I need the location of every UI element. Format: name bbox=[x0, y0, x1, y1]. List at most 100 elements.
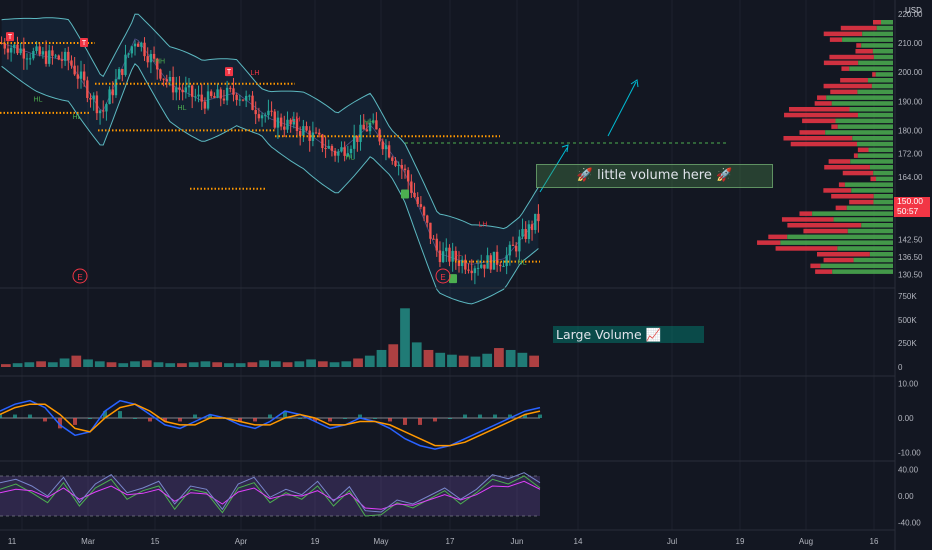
candle-body[interactable] bbox=[6, 48, 10, 53]
candle-body[interactable] bbox=[403, 168, 407, 171]
candle-body[interactable] bbox=[514, 245, 518, 252]
candle-body[interactable] bbox=[124, 54, 127, 75]
candle-body[interactable] bbox=[375, 120, 378, 130]
volume-bar[interactable] bbox=[47, 362, 58, 367]
volume-bar[interactable] bbox=[12, 363, 23, 367]
candle-body[interactable] bbox=[51, 50, 54, 56]
candle-body[interactable] bbox=[426, 215, 429, 223]
volume-bar[interactable] bbox=[247, 362, 258, 367]
candle-body[interactable] bbox=[518, 236, 521, 252]
candle-body[interactable] bbox=[232, 88, 235, 95]
volume-bar[interactable] bbox=[212, 362, 223, 367]
candle-body[interactable] bbox=[79, 71, 83, 79]
candle-body[interactable] bbox=[140, 42, 143, 47]
volume-bar[interactable] bbox=[470, 356, 481, 367]
candle-body[interactable] bbox=[279, 117, 283, 127]
candle-body[interactable] bbox=[203, 101, 207, 109]
candle-body[interactable] bbox=[130, 46, 134, 54]
volume-bar[interactable] bbox=[36, 361, 46, 367]
candle-body[interactable] bbox=[181, 89, 184, 93]
candle-body[interactable] bbox=[57, 55, 60, 60]
candle-body[interactable] bbox=[419, 204, 423, 207]
candle-body[interactable] bbox=[330, 145, 334, 151]
volume-bar[interactable] bbox=[59, 358, 70, 367]
candle-body[interactable] bbox=[248, 95, 251, 97]
candle-body[interactable] bbox=[19, 48, 22, 54]
candle-body[interactable] bbox=[400, 165, 404, 169]
volume-bar[interactable] bbox=[177, 363, 187, 367]
volume-bar[interactable] bbox=[423, 349, 434, 367]
candle-body[interactable] bbox=[397, 165, 400, 167]
candle-body[interactable] bbox=[333, 150, 337, 156]
rsi-pane[interactable] bbox=[0, 472, 541, 517]
candle-body[interactable] bbox=[267, 110, 270, 116]
candle-body[interactable] bbox=[432, 238, 435, 240]
volume-bar[interactable] bbox=[306, 359, 316, 367]
candle-body[interactable] bbox=[54, 55, 57, 57]
volume-bar[interactable] bbox=[364, 355, 375, 367]
candle-body[interactable] bbox=[213, 96, 216, 98]
candle-body[interactable] bbox=[178, 87, 181, 90]
candle-body[interactable] bbox=[41, 51, 45, 55]
candle-body[interactable] bbox=[524, 229, 527, 240]
candle-body[interactable] bbox=[22, 48, 26, 59]
volume-bar[interactable] bbox=[271, 361, 281, 367]
candle-body[interactable] bbox=[13, 44, 16, 48]
volume-bar[interactable] bbox=[200, 361, 211, 367]
candle-body[interactable] bbox=[244, 95, 248, 101]
candle-body[interactable] bbox=[168, 76, 172, 82]
candle-body[interactable] bbox=[511, 244, 515, 246]
candle-body[interactable] bbox=[35, 46, 38, 52]
volume-bar[interactable] bbox=[317, 361, 328, 367]
candle-body[interactable] bbox=[89, 97, 92, 100]
candle-body[interactable] bbox=[206, 91, 210, 109]
candle-body[interactable] bbox=[537, 213, 540, 222]
volume-bar[interactable] bbox=[353, 358, 363, 367]
candle-body[interactable] bbox=[235, 94, 238, 100]
volume-bar[interactable] bbox=[24, 362, 35, 367]
candle-body[interactable] bbox=[283, 126, 286, 130]
candle-body[interactable] bbox=[470, 270, 473, 274]
volume-bar[interactable] bbox=[94, 361, 105, 367]
volume-bar[interactable] bbox=[447, 354, 457, 367]
candle-body[interactable] bbox=[159, 69, 162, 79]
candle-body[interactable] bbox=[416, 197, 419, 205]
candle-body[interactable] bbox=[534, 213, 537, 230]
candle-body[interactable] bbox=[241, 99, 245, 101]
volume-bar[interactable] bbox=[153, 362, 164, 367]
volume-bar[interactable] bbox=[165, 363, 176, 367]
candle-body[interactable] bbox=[238, 99, 242, 101]
candle-body[interactable] bbox=[499, 264, 502, 267]
candle-body[interactable] bbox=[111, 89, 114, 96]
volume-bar[interactable] bbox=[482, 353, 493, 367]
candle-body[interactable] bbox=[251, 95, 254, 110]
candle-body[interactable] bbox=[216, 89, 219, 98]
candle-body[interactable] bbox=[448, 247, 451, 262]
candle-body[interactable] bbox=[257, 114, 261, 119]
candle-body[interactable] bbox=[441, 251, 445, 263]
candle-body[interactable] bbox=[318, 132, 321, 135]
candle-body[interactable] bbox=[384, 145, 388, 150]
candle-body[interactable] bbox=[184, 87, 188, 93]
candle-body[interactable] bbox=[476, 267, 480, 269]
candle-body[interactable] bbox=[32, 51, 35, 59]
candle-body[interactable] bbox=[121, 69, 124, 75]
candle-body[interactable] bbox=[270, 110, 273, 112]
volume-bar[interactable] bbox=[494, 348, 504, 367]
candle-body[interactable] bbox=[105, 104, 108, 112]
volume-bar[interactable] bbox=[130, 361, 140, 367]
volume-bar[interactable] bbox=[235, 363, 246, 367]
candle-body[interactable] bbox=[38, 46, 41, 55]
little-volume-note[interactable]: 🚀 little volume here 🚀 bbox=[536, 164, 773, 188]
candle-body[interactable] bbox=[175, 87, 178, 93]
candle-body[interactable] bbox=[286, 119, 289, 130]
candle-body[interactable] bbox=[394, 160, 397, 166]
candle-body[interactable] bbox=[467, 269, 470, 271]
candle-body[interactable] bbox=[495, 251, 499, 265]
volume-bar[interactable] bbox=[106, 362, 117, 367]
candle-body[interactable] bbox=[63, 51, 67, 61]
candle-body[interactable] bbox=[86, 80, 89, 98]
candle-body[interactable] bbox=[25, 58, 29, 60]
candle-body[interactable] bbox=[200, 94, 203, 102]
candle-body[interactable] bbox=[413, 192, 416, 198]
